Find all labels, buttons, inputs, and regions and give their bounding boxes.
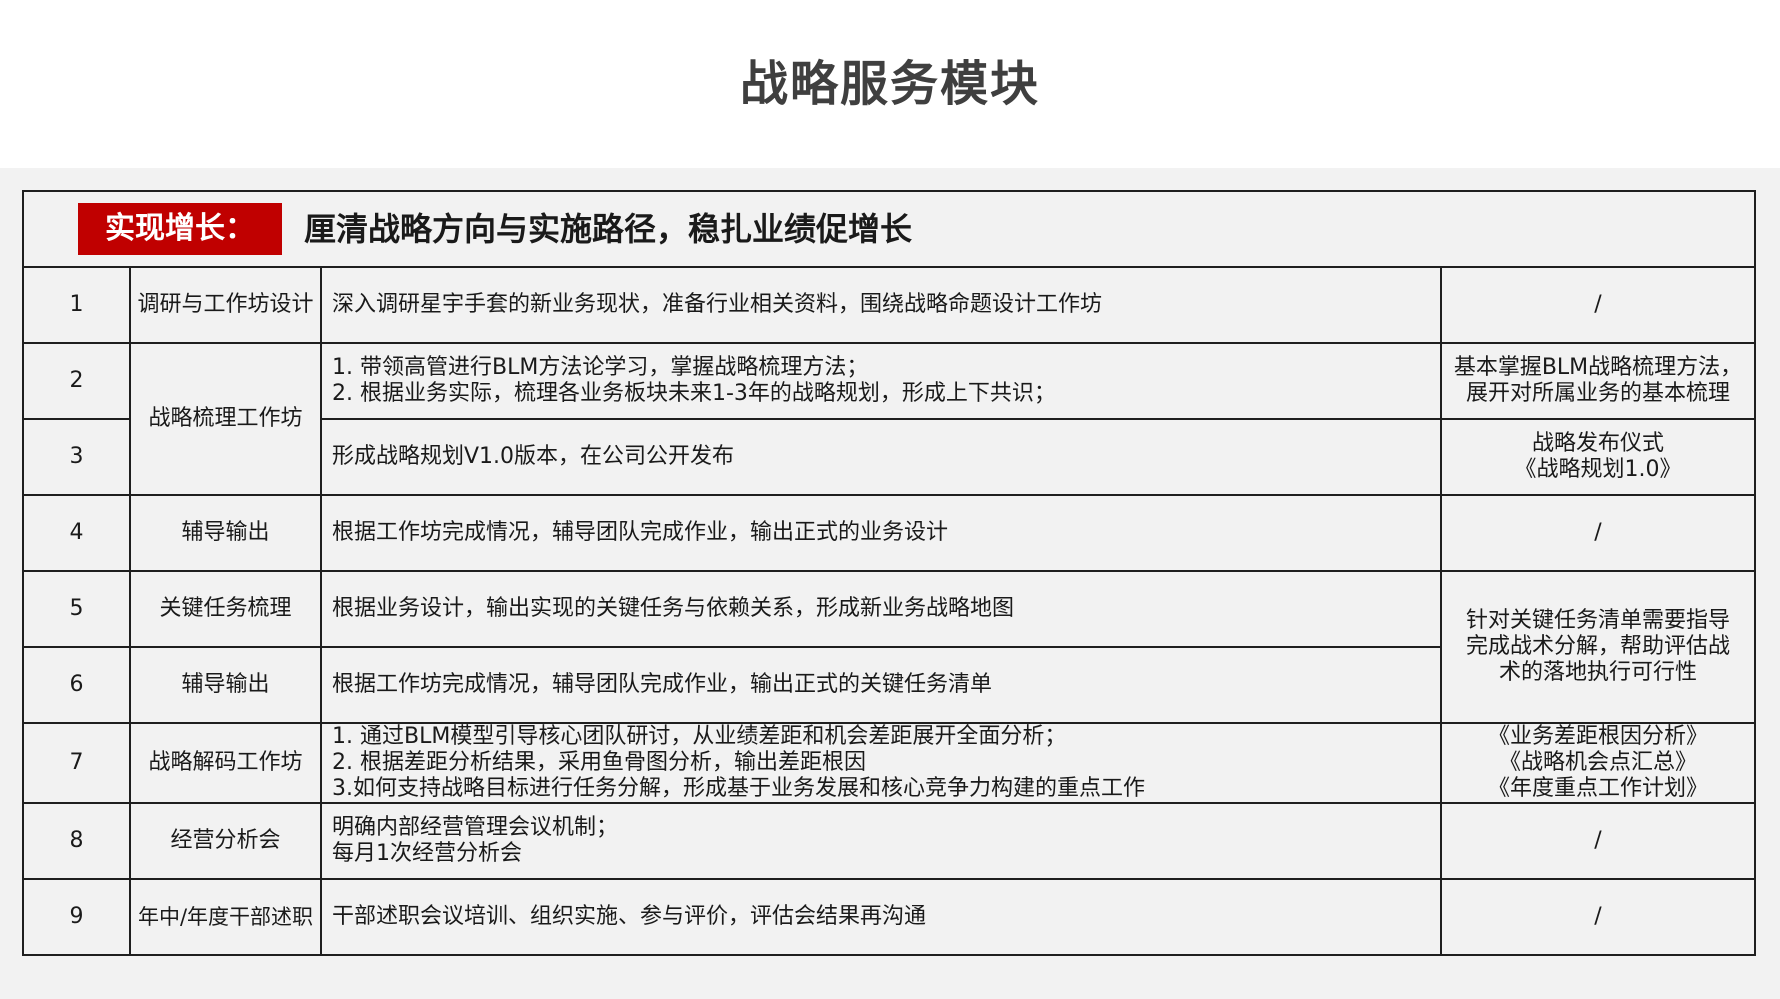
output-line: 《战略规划1.0》 xyxy=(1514,457,1682,482)
output-line: 基本掌握BLM战略梳理方法， xyxy=(1453,355,1743,380)
table-row: 9 年中/年度干部述职 干部述职会议培训、组织实施、参与评价，评估会结果再沟通 … xyxy=(22,878,1757,956)
row-output: / xyxy=(1439,878,1757,956)
output-line: 《战略机会点汇总》 xyxy=(1499,750,1698,775)
row-number: 3 xyxy=(22,418,131,496)
output-line: / xyxy=(1594,904,1602,929)
output-line: 展开对所属业务的基本梳理 xyxy=(1466,381,1731,406)
description-line: 1. 带领高管进行BLM方法论学习，掌握战略梳理方法； xyxy=(332,355,869,380)
row-name: 年中/年度干部述职 xyxy=(129,878,322,956)
page-title: 战略服务模块 xyxy=(739,56,1040,112)
row-name: 战略梳理工作坊 xyxy=(129,342,322,496)
row-description: 干部述职会议培训、组织实施、参与评价，评估会结果再沟通 xyxy=(320,878,1442,956)
table-row: 4 辅导输出 根据工作坊完成情况，辅导团队完成作业，输出正式的业务设计 / xyxy=(22,494,1757,572)
service-table: 实现增长： 厘清战略方向与实施路径，稳扎业绩促增长 1 调研与工作坊设计 深入调… xyxy=(21,190,1757,956)
header-text: 厘清战略方向与实施路径，稳扎业绩促增长 xyxy=(304,210,913,248)
row-number: 8 xyxy=(22,802,131,880)
description-line: 明确内部经营管理会议机制； xyxy=(332,815,619,840)
description-line: 深入调研星宇手套的新业务现状，准备行业相关资料，围绕战略命题设计工作坊 xyxy=(332,292,1103,317)
row-name: 调研与工作坊设计 xyxy=(129,266,322,344)
output-line: 针对关键任务清单需要指导 xyxy=(1466,608,1731,633)
table-row: 5 关键任务梳理 根据业务设计，输出实现的关键任务与依赖关系，形成新业务战略地图… xyxy=(22,570,1757,724)
row-description: 根据业务设计，输出实现的关键任务与依赖关系，形成新业务战略地图 xyxy=(320,570,1442,648)
row-number: 5 xyxy=(22,570,131,648)
table-header-row: 实现增长： 厘清战略方向与实施路径，稳扎业绩促增长 xyxy=(21,190,1757,268)
row-name: 辅导输出 xyxy=(129,494,322,572)
table-row: 7 战略解码工作坊 1. 通过BLM模型引导核心团队研讨，从业绩差距和机会差距展… xyxy=(22,722,1757,804)
row-name: 战略解码工作坊 xyxy=(129,722,322,804)
output-line: 战略发布仪式 xyxy=(1532,431,1665,456)
row-description: 形成战略规划V1.0版本，在公司公开发布 xyxy=(320,418,1442,496)
row-number: 2 xyxy=(22,342,131,420)
header-tag: 实现增长： xyxy=(78,203,282,255)
description-line: 3.如何支持战略目标进行任务分解，形成基于业务发展和核心竞争力构建的重点工作 xyxy=(332,776,1145,801)
row-description: 1. 通过BLM模型引导核心团队研讨，从业绩差距和机会差距展开全面分析； 2. … xyxy=(320,722,1442,804)
row-name: 关键任务梳理 xyxy=(129,570,322,648)
description-line: 每月1次经营分析会 xyxy=(332,841,522,866)
description-line: 2. 根据差距分析结果，采用鱼骨图分析，输出差距根因 xyxy=(332,750,866,775)
output-line: 《年度重点工作计划》 xyxy=(1488,776,1709,801)
row-output: 基本掌握BLM战略梳理方法， 展开对所属业务的基本梳理 xyxy=(1439,342,1757,420)
row-description: 明确内部经营管理会议机制； 每月1次经营分析会 xyxy=(320,802,1442,880)
row-output: / xyxy=(1439,266,1757,344)
header-cell: 实现增长： 厘清战略方向与实施路径，稳扎业绩促增长 xyxy=(21,190,1757,268)
row-output: 针对关键任务清单需要指导 完成战术分解，帮助评估战 术的落地执行可行性 xyxy=(1439,570,1757,724)
row-name: 经营分析会 xyxy=(129,802,322,880)
table-row: 1 调研与工作坊设计 深入调研星宇手套的新业务现状，准备行业相关资料，围绕战略命… xyxy=(22,266,1757,344)
row-output: / xyxy=(1439,802,1757,880)
table-row: 8 经营分析会 明确内部经营管理会议机制； 每月1次经营分析会 / xyxy=(22,802,1757,880)
row-number: 9 xyxy=(22,878,131,956)
table-row: 2 战略梳理工作坊 1. 带领高管进行BLM方法论学习，掌握战略梳理方法； 2.… xyxy=(22,342,1757,496)
output-line: 《业务差距根因分析》 xyxy=(1488,724,1709,749)
description-line: 根据工作坊完成情况，辅导团队完成作业，输出正式的关键任务清单 xyxy=(332,672,993,697)
output-line: / xyxy=(1594,828,1602,853)
description-line: 形成战略规划V1.0版本，在公司公开发布 xyxy=(332,444,735,469)
row-number: 4 xyxy=(22,494,131,572)
row-output: 战略发布仪式 《战略规划1.0》 xyxy=(1439,418,1757,496)
row-description: 根据工作坊完成情况，辅导团队完成作业，输出正式的业务设计 xyxy=(320,494,1442,572)
description-line: 1. 通过BLM模型引导核心团队研讨，从业绩差距和机会差距展开全面分析； xyxy=(332,724,1067,749)
output-line: 术的落地执行可行性 xyxy=(1499,660,1698,685)
output-line: / xyxy=(1594,292,1602,317)
description-line: 根据业务设计，输出实现的关键任务与依赖关系，形成新业务战略地图 xyxy=(332,596,1015,621)
row-number: 7 xyxy=(22,722,131,804)
row-description: 根据工作坊完成情况，辅导团队完成作业，输出正式的关键任务清单 xyxy=(320,646,1442,724)
row-output: 《业务差距根因分析》 《战略机会点汇总》 《年度重点工作计划》 xyxy=(1439,722,1757,804)
description-line: 2. 根据业务实际，梳理各业务板块未来1-3年的战略规划，形成上下共识； xyxy=(332,381,1056,406)
description-line: 根据工作坊完成情况，辅导团队完成作业，输出正式的业务设计 xyxy=(332,520,949,545)
row-name: 辅导输出 xyxy=(129,646,322,724)
row-description: 深入调研星宇手套的新业务现状，准备行业相关资料，围绕战略命题设计工作坊 xyxy=(320,266,1442,344)
row-number: 1 xyxy=(22,266,131,344)
row-description: 1. 带领高管进行BLM方法论学习，掌握战略梳理方法； 2. 根据业务实际，梳理… xyxy=(320,342,1442,420)
row-output: / xyxy=(1439,494,1757,572)
output-line: / xyxy=(1594,520,1602,545)
description-line: 干部述职会议培训、组织实施、参与评价，评估会结果再沟通 xyxy=(332,904,927,929)
output-line: 完成战术分解，帮助评估战 xyxy=(1466,634,1731,659)
row-number: 6 xyxy=(22,646,131,724)
